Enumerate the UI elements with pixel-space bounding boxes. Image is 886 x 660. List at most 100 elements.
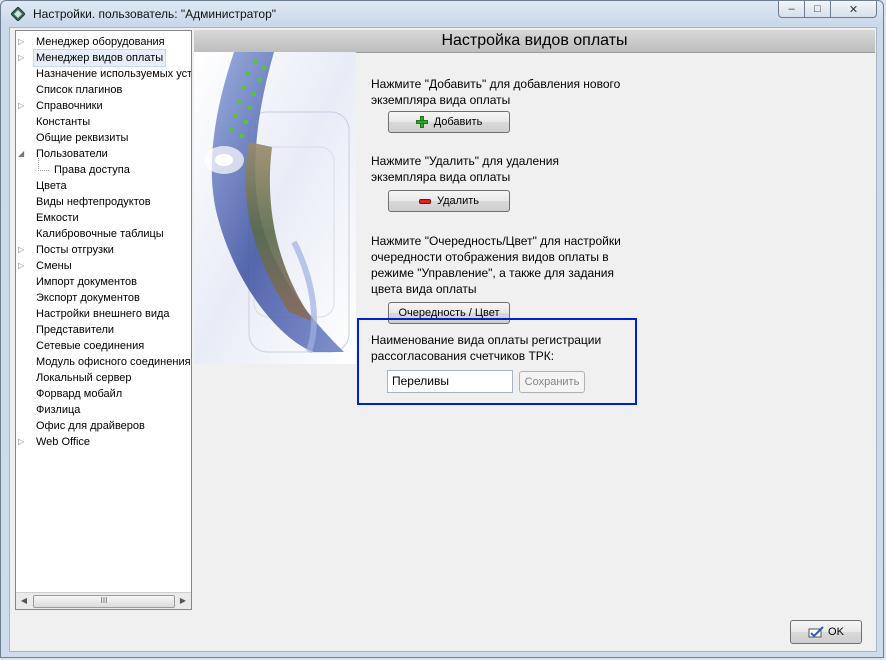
tree-item-label: Менеджер видов оплаты [32, 49, 167, 67]
tree-item-label: Общие реквизиты [36, 132, 129, 144]
tree-item-label: Права доступа [54, 164, 130, 176]
tree-item-label: Модуль офисного соединения [36, 356, 191, 368]
save-button[interactable]: Сохранить [519, 371, 585, 393]
payment-types-panel: Настройка видов оплаты Нажмите "Добавить… [194, 30, 875, 610]
client-area: ▷ Менеджер оборудования ▷ Менеджер видов оп… [9, 27, 877, 652]
minimize-icon: – [788, 3, 795, 15]
tree-item-label: Импорт документов [36, 276, 137, 288]
tree-item-label: Назначение используемых уст [36, 68, 192, 80]
tree-item[interactable]: Импорт документов [16, 274, 191, 290]
caption-buttons: – □ ✕ [778, 1, 877, 19]
name-label-line-2: рассогласования счетчиков ТРК: [371, 349, 555, 363]
delete-instruction-line-1: Нажмите "Удалить" для удаления [371, 154, 559, 168]
decorative-illustration [194, 52, 356, 364]
expanded-arrow-icon[interactable]: ◢ [18, 146, 28, 162]
tree-item-label: Представители [36, 324, 115, 336]
tree-item-label: Форвард мобайл [36, 388, 123, 400]
window-title: Настройки. пользователь: "Администратор" [33, 7, 277, 21]
panel-title: Настройка видов оплаты [194, 30, 875, 53]
tree-item-label: Локальный сервер [36, 372, 132, 384]
ok-button[interactable]: OK [790, 620, 862, 644]
tree-item[interactable]: ▷ Менеджер видов оплаты [16, 49, 191, 67]
tree-item[interactable]: Экспорт документов [16, 290, 191, 306]
delete-instruction-line-2: экземпляра вида оплаты [371, 170, 511, 184]
order-instruction-line-2: очередности отображения видов оплаты в [371, 250, 609, 264]
bottom-bar: OK [10, 612, 876, 651]
tree-item[interactable]: Физлица [16, 402, 191, 418]
tree-item[interactable]: ▷ Смены [16, 258, 191, 274]
add-instruction-line-2: экземпляра вида оплаты [371, 93, 511, 107]
minimize-button[interactable]: – [778, 1, 805, 18]
scroll-left-arrow-icon[interactable]: ◀ [18, 595, 30, 607]
tree-item[interactable]: Офис для драйверов [16, 418, 191, 434]
collapsed-arrow-icon[interactable]: ▷ [18, 242, 28, 258]
tree-item[interactable]: Форвард мобайл [16, 386, 191, 402]
tree-item[interactable]: Список плагинов [16, 82, 191, 98]
maximize-button[interactable]: □ [805, 1, 831, 18]
collapsed-arrow-icon[interactable]: ▷ [18, 98, 28, 114]
add-button[interactable]: Добавить [388, 111, 510, 133]
tree-item[interactable]: Настройки внешнего вида [16, 306, 191, 322]
tree-item[interactable]: Общие реквизиты [16, 130, 191, 146]
horizontal-scrollbar[interactable]: ◀ III ▶ [16, 592, 191, 609]
order-instruction-line-4: цвета вида оплаты [371, 282, 477, 296]
tree-item[interactable]: Сетевые соединения [16, 338, 191, 354]
tree-item-label: Виды нефтепродуктов [36, 196, 151, 208]
add-instruction-line-1: Нажмите "Добавить" для добавления нового [371, 77, 621, 91]
tree-item[interactable]: Права доступа [16, 158, 191, 178]
order-instruction-line-3: режиме "Управление", а также для задания [371, 266, 614, 280]
delete-instruction: Нажмите "Удалить" для удаления экземпляр… [371, 153, 559, 185]
settings-window: Настройки. пользователь: "Администратор"… [0, 0, 884, 658]
tree-item-label: Емкости [36, 212, 79, 224]
tree-item-label: Экспорт документов [36, 292, 140, 304]
settings-tree[interactable]: ▷ Менеджер оборудования ▷ Менеджер видов оп… [15, 30, 192, 610]
tree-item[interactable]: Модуль офисного соединения [16, 354, 191, 370]
check-icon [808, 626, 824, 638]
order-instruction-line-1: Нажмите "Очередность/Цвет" для настройки [371, 234, 621, 248]
tree-item-label: Сетевые соединения [36, 340, 145, 352]
title-bar[interactable]: Настройки. пользователь: "Администратор"… [1, 1, 883, 27]
scroll-right-arrow-icon[interactable]: ▶ [177, 595, 189, 607]
tree-item[interactable]: ▷ Web Office [16, 434, 191, 450]
tree-item-label: Константы [36, 116, 91, 128]
tree-item[interactable]: Представители [16, 322, 191, 338]
tree-item-label: Менеджер оборудования [36, 36, 165, 48]
ok-button-label: OK [828, 626, 844, 638]
app-diamond-icon [11, 7, 25, 21]
tree-item[interactable]: ▷ Посты отгрузки [16, 242, 191, 258]
tree-item[interactable]: Виды нефтепродуктов [16, 194, 191, 210]
tree-item-label: Список плагинов [36, 84, 123, 96]
tree-item[interactable]: Емкости [16, 210, 191, 226]
tree-item-label: Справочники [36, 100, 103, 112]
collapsed-arrow-icon[interactable]: ▷ [18, 434, 28, 450]
tree-item[interactable]: ▷ Менеджер оборудования [16, 34, 191, 50]
tree-item-label: Посты отгрузки [36, 244, 114, 256]
tree-item-label: Физлица [36, 404, 81, 416]
tree-item-label: Цвета [36, 180, 67, 192]
name-label: Наименование вида оплаты регистрации рас… [371, 332, 601, 364]
tree-item[interactable]: Константы [16, 114, 191, 130]
tree-item[interactable]: Локальный сервер [16, 370, 191, 386]
add-button-label: Добавить [433, 116, 483, 128]
tree-branch-line [38, 158, 49, 171]
tree-item-label: Настройки внешнего вида [36, 308, 170, 320]
delete-button-label: Удалить [437, 195, 479, 207]
add-instruction: Нажмите "Добавить" для добавления нового… [371, 76, 620, 108]
delete-button[interactable]: Удалить [388, 190, 510, 212]
maximize-icon: □ [814, 3, 821, 15]
tree-item[interactable]: Цвета [16, 178, 191, 194]
plus-icon [415, 116, 428, 128]
scroll-thumb[interactable]: III [33, 595, 175, 608]
tree-item[interactable]: ▷ Справочники [16, 98, 191, 114]
tree-item-label: Офис для драйверов [36, 420, 145, 432]
close-icon: ✕ [848, 3, 859, 16]
payment-name-input[interactable]: Переливы [387, 370, 513, 393]
tree-item[interactable]: Назначение используемых уст [16, 66, 191, 82]
collapsed-arrow-icon[interactable]: ▷ [18, 50, 28, 66]
collapsed-arrow-icon[interactable]: ▷ [18, 258, 28, 274]
tree-item-label: Web Office [36, 436, 91, 448]
collapsed-arrow-icon[interactable]: ▷ [18, 34, 28, 50]
tree-item-label: Калибровочные таблицы [36, 228, 164, 240]
close-button[interactable]: ✕ [831, 1, 877, 18]
tree-item[interactable]: Калибровочные таблицы [16, 226, 191, 242]
